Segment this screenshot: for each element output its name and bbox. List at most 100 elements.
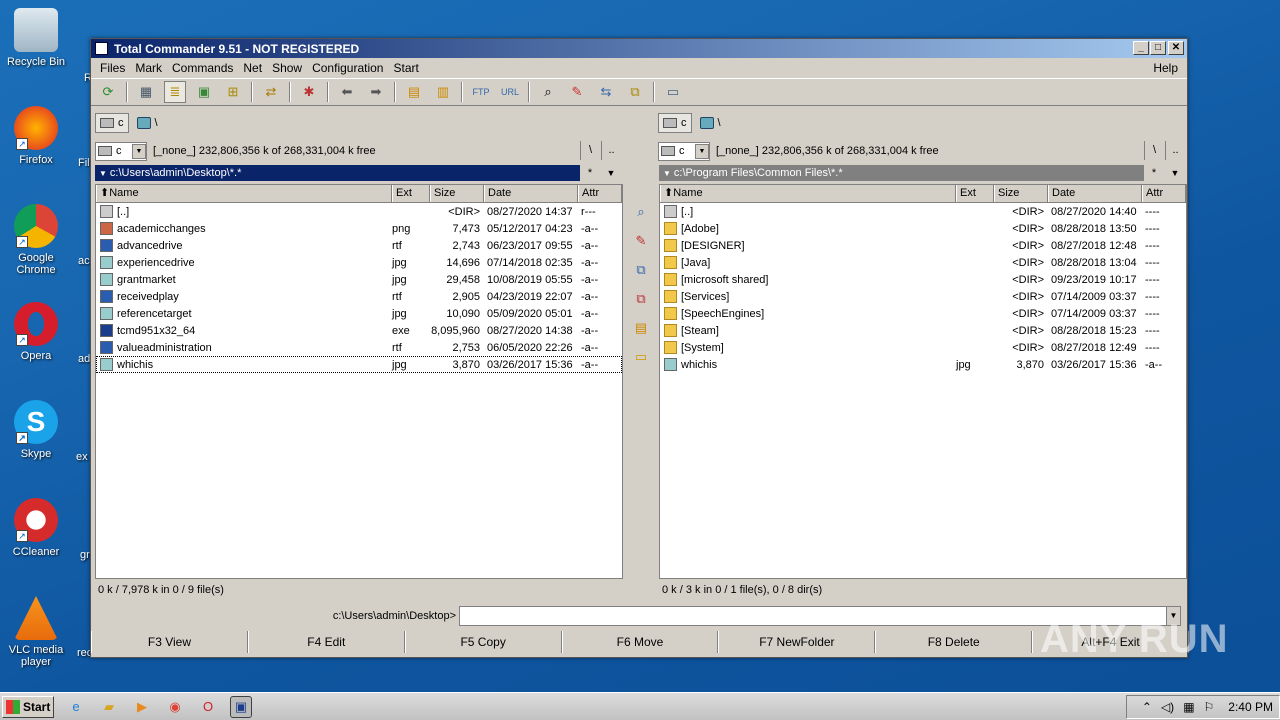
maximize-button[interactable]: □ <box>1150 41 1166 55</box>
right-up-button[interactable]: .. <box>1165 141 1185 160</box>
left-drive-c-button[interactable]: c <box>95 113 129 133</box>
f8-delete-button[interactable]: F8 Delete <box>875 631 1033 653</box>
find-files-icon[interactable]: ⌕ <box>537 81 559 103</box>
thumbnail-view-icon[interactable]: ▣ <box>193 81 215 103</box>
menu-commands[interactable]: Commands <box>167 61 238 75</box>
internet-explorer-icon[interactable]: e <box>65 696 87 718</box>
column-date[interactable]: Date <box>484 185 578 202</box>
desktop-icon-recycle-bin[interactable]: Recycle Bin <box>6 8 66 68</box>
desktop-icon-chrome[interactable]: ↗ Google Chrome <box>6 204 66 276</box>
sync-dirs-icon[interactable]: ⇆ <box>595 81 617 103</box>
column-size[interactable]: Size <box>994 185 1048 202</box>
left-up-button[interactable]: .. <box>601 141 621 160</box>
file-row[interactable]: [Java] <DIR> 08/28/2018 13:04 ---- <box>660 254 1186 271</box>
file-row[interactable]: [microsoft shared] <DIR> 09/23/2019 10:17-… <box>660 271 1186 288</box>
right-history-button[interactable]: ▼ <box>1165 165 1185 181</box>
compare-icon[interactable]: ⧉ <box>624 81 646 103</box>
right-root-button[interactable]: \ <box>1144 141 1164 160</box>
menu-files[interactable]: Files <box>95 61 130 75</box>
f6-move-button[interactable]: F6 Move <box>561 631 719 653</box>
chrome-taskbar-icon[interactable]: ◉ <box>164 696 186 718</box>
desktop-icon-vlc[interactable]: VLC media player <box>6 596 66 668</box>
file-row[interactable]: [DESIGNER] <DIR> 08/27/2018 12:48 ---- <box>660 237 1186 254</box>
left-drive-combo[interactable]: c ▼ <box>95 141 147 161</box>
network-icon[interactable] <box>699 117 714 129</box>
column-date[interactable]: Date <box>1048 185 1142 202</box>
right-path-bar[interactable]: ▼ c:\Program Files\Common Files\*.* <box>659 165 1144 181</box>
left-file-panel[interactable]: ⬆Name Ext Size Date Attr [..] <DIR> 08/27/… <box>95 184 623 579</box>
network-tray-icon[interactable]: ▦ <box>1183 700 1194 714</box>
url-connect-icon[interactable]: URL <box>499 81 521 103</box>
right-drive-c-button[interactable]: c <box>658 113 692 133</box>
close-button[interactable]: ✕ <box>1168 41 1184 55</box>
edit-icon[interactable]: ✎ <box>631 233 651 253</box>
network-icon[interactable] <box>136 117 151 129</box>
volume-icon[interactable]: ◁) <box>1161 700 1174 714</box>
reread-icon[interactable]: ✱ <box>298 81 320 103</box>
file-row[interactable]: valueadministration rtf 2,753 06/05/2020 22… <box>96 339 622 356</box>
refresh-icon[interactable]: ⟳ <box>97 81 119 103</box>
tree-view-icon[interactable]: ⊞ <box>222 81 244 103</box>
f7-newfolder-button[interactable]: F7 NewFolder <box>718 631 876 653</box>
forward-icon[interactable]: ➡ <box>365 81 387 103</box>
menu-show[interactable]: Show <box>267 61 307 75</box>
right-star-button[interactable]: * <box>1144 165 1164 181</box>
start-button[interactable]: Start <box>2 695 54 718</box>
multi-rename-icon[interactable]: ✎ <box>566 81 588 103</box>
f3-view-button[interactable]: F3 View <box>91 631 248 653</box>
column-name[interactable]: ⬆Name <box>660 185 956 202</box>
file-row[interactable]: [..] <DIR> 08/27/2020 14:40 ---- <box>660 203 1186 220</box>
right-drive-combo[interactable]: c ▼ <box>658 141 710 161</box>
file-row[interactable]: academicchanges png 7,473 05/12/2017 04:23-… <box>96 220 622 237</box>
invert-selection-icon[interactable]: ⇄ <box>260 81 282 103</box>
title-bar[interactable]: Total Commander 9.51 - NOT REGISTERED _ … <box>91 39 1187 58</box>
file-row[interactable]: tcmd951x32_64 exe 8,095,960 08/27/2020 14:3… <box>96 322 622 339</box>
file-row[interactable]: whichis jpg 3,870 03/26/2017 15:36 -a-- <box>96 356 622 373</box>
column-ext[interactable]: Ext <box>392 185 430 202</box>
ftp-connect-icon[interactable]: FTP <box>470 81 492 103</box>
left-star-button[interactable]: * <box>580 165 600 181</box>
column-attr[interactable]: Attr <box>1142 185 1186 202</box>
explorer-folder-icon[interactable]: ▰ <box>98 696 120 718</box>
show-hidden-icons-icon[interactable]: ⌃ <box>1142 700 1152 714</box>
menu-help[interactable]: Help <box>1148 61 1183 75</box>
column-attr[interactable]: Attr <box>578 185 622 202</box>
menu-mark[interactable]: Mark <box>130 61 167 75</box>
move-icon[interactable]: ⧉ <box>631 291 651 311</box>
left-root-button[interactable]: \ <box>580 141 600 160</box>
right-file-panel[interactable]: ⬆Name Ext Size Date Attr [..] <DIR> 08/27/… <box>659 184 1187 579</box>
minimize-button[interactable]: _ <box>1133 41 1149 55</box>
column-ext[interactable]: Ext <box>956 185 994 202</box>
media-player-icon[interactable]: ▶ <box>131 696 153 718</box>
pack-icon[interactable]: ▤ <box>631 320 651 340</box>
file-row[interactable]: [SpeechEngines] <DIR> 07/14/2009 03:37 ---- <box>660 305 1186 322</box>
brief-view-icon[interactable]: ▦ <box>135 81 157 103</box>
file-row[interactable]: [Services] <DIR> 07/14/2009 03:37 ---- <box>660 288 1186 305</box>
file-row[interactable]: grantmarket jpg 29,458 10/08/2019 05:55 -a-- <box>96 271 622 288</box>
file-row[interactable]: whichis jpg 3,870 03/26/2017 15:36 -a-- <box>660 356 1186 373</box>
menu-start[interactable]: Start <box>388 61 423 75</box>
desktop-icon-ccleaner[interactable]: ↗ CCleaner <box>6 498 66 558</box>
detailed-view-icon[interactable]: ≣ <box>164 81 186 103</box>
file-row[interactable]: [Steam] <DIR> 08/28/2018 15:23 ---- <box>660 322 1186 339</box>
f5-copy-button[interactable]: F5 Copy <box>404 631 562 653</box>
file-row[interactable]: [..] <DIR> 08/27/2020 14:37 r--- <box>96 203 622 220</box>
desktop-icon-firefox[interactable]: ↗ Firefox <box>6 106 66 166</box>
left-path-bar[interactable]: ▼ c:\Users\admin\Desktop\*.* <box>95 165 580 181</box>
clock[interactable]: 2:40 PM <box>1228 700 1273 714</box>
file-row[interactable]: receivedplay rtf 2,905 04/23/2019 22:07 -a-- <box>96 288 622 305</box>
pack-icon[interactable]: ▤ <box>403 81 425 103</box>
desktop-icon-opera[interactable]: ↗ Opera <box>6 302 66 362</box>
copy-icon[interactable]: ⧉ <box>631 262 651 282</box>
file-row[interactable]: [Adobe] <DIR> 08/28/2018 13:50 ---- <box>660 220 1186 237</box>
view-icon[interactable]: ⌕ <box>631 204 651 224</box>
action-center-flag-icon[interactable]: ⚐ <box>1204 700 1215 714</box>
total-commander-taskbar-icon[interactable]: ▣ <box>230 695 252 718</box>
file-row[interactable]: experiencedrive jpg 14,696 07/14/2018 02:35… <box>96 254 622 271</box>
column-size[interactable]: Size <box>430 185 484 202</box>
file-row[interactable]: [System] <DIR> 08/27/2018 12:49 ---- <box>660 339 1186 356</box>
menu-net[interactable]: Net <box>238 61 267 75</box>
back-icon[interactable]: ⬅ <box>336 81 358 103</box>
opera-taskbar-icon[interactable]: O <box>197 696 219 718</box>
menu-configuration[interactable]: Configuration <box>307 61 388 75</box>
